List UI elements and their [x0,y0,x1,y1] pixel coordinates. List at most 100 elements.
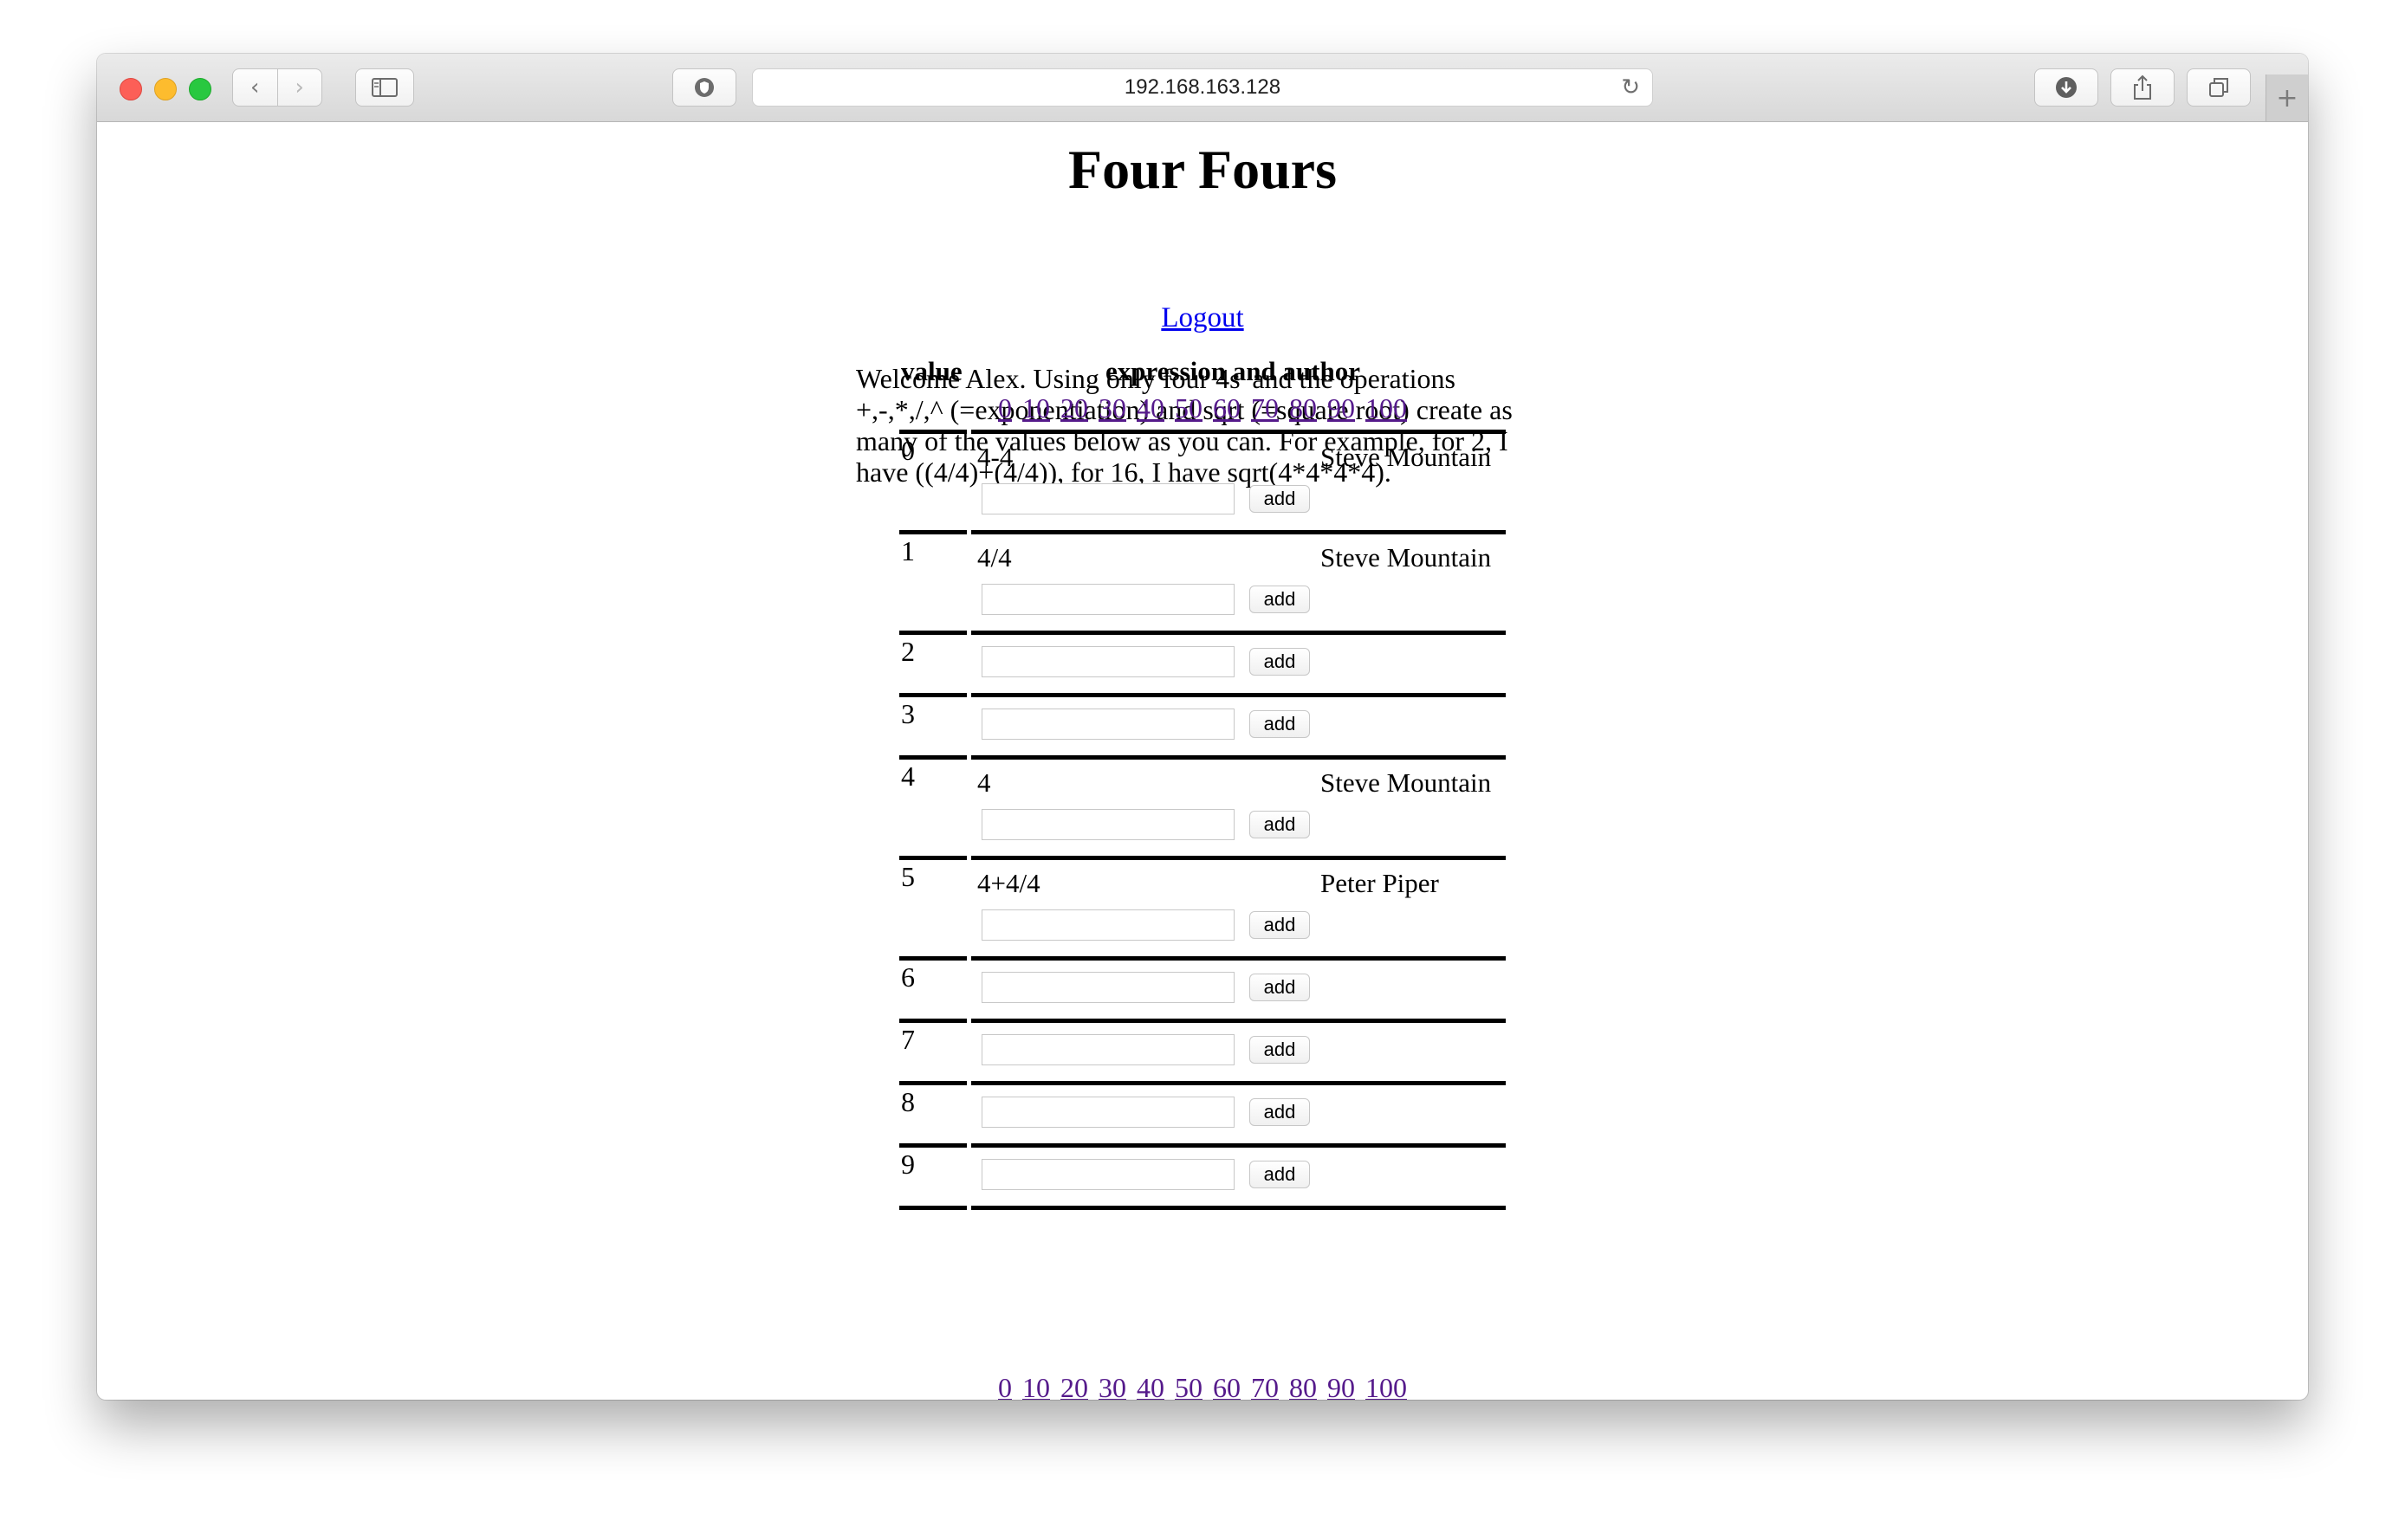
share-button[interactable] [2110,68,2175,107]
plus-icon[interactable]: + [2266,74,2308,121]
page-nav-bottom: 0 10 20 30 40 50 60 70 80 90 100 [899,1372,1506,1400]
row-value: 4 [901,760,915,792]
row-separator [971,530,1506,534]
expression-input[interactable] [982,1097,1235,1128]
page-link[interactable]: 50 [1175,1372,1202,1400]
web-page: Four Fours Logout Welcome Alex. Using on… [97,122,2308,1400]
add-button[interactable]: add [1249,911,1310,939]
row-separator [899,1206,967,1210]
download-icon [2056,77,2077,98]
expression-input[interactable] [982,972,1235,1003]
page-title: Four Fours [1068,139,1337,200]
page-link[interactable]: 100 [1365,392,1407,424]
url-text: 192.168.163.128 [1124,75,1281,99]
page-link[interactable]: 90 [1327,392,1355,424]
page-link[interactable]: 20 [1060,392,1088,424]
privacy-button[interactable] [672,68,736,107]
row-value: 2 [901,636,915,667]
row-expression: 4+4/4 [977,868,1040,898]
row-separator [899,1081,967,1085]
row-author: Peter Piper [1320,868,1439,898]
page-link[interactable]: 0 [998,392,1012,424]
add-button[interactable]: add [1249,1161,1310,1188]
expression-input[interactable] [982,709,1235,740]
row-separator [899,956,967,961]
expression-input[interactable] [982,584,1235,615]
row-value: 5 [901,861,915,892]
expression-input[interactable] [982,646,1235,677]
page-link[interactable]: 30 [1099,392,1126,424]
row-author: Steve Mountain [1320,767,1492,798]
row-expression: 4-4 [977,442,1014,472]
add-button[interactable]: add [1249,710,1310,738]
reload-icon[interactable]: ↻ [1621,74,1640,100]
row-separator [899,631,967,635]
add-button[interactable]: add [1249,648,1310,676]
page-link[interactable]: 60 [1213,392,1241,424]
row-separator [971,1206,1506,1210]
browser-window: ‹ › 192.168.163.128 ↻ + Four Fours Logou… [97,54,2308,1400]
page-link[interactable]: 40 [1137,1372,1164,1400]
row-value: 9 [901,1149,915,1180]
page-link[interactable]: 70 [1251,1372,1279,1400]
row-value: 1 [901,535,915,566]
chevron-left-icon[interactable]: ‹ [233,69,277,106]
shield-icon [695,78,714,97]
page-link[interactable]: 90 [1327,1372,1355,1400]
row-separator [971,693,1506,697]
page-link[interactable]: 10 [1022,392,1050,424]
show-tabs-button[interactable] [2187,68,2251,107]
expression-input[interactable] [982,1034,1235,1065]
add-button[interactable]: add [1249,1036,1310,1064]
logout-link[interactable]: Logout [1161,302,1243,333]
chevron-right-icon[interactable]: › [276,69,322,106]
page-link[interactable]: 10 [1022,1372,1050,1400]
page-link[interactable]: 100 [1365,1372,1407,1400]
zoom-window-button[interactable] [189,78,211,100]
add-button[interactable]: add [1249,811,1310,838]
row-expression: 4 [977,767,991,798]
page-link[interactable]: 80 [1289,1372,1317,1400]
row-value: 6 [901,961,915,993]
row-separator [971,755,1506,760]
add-button[interactable]: add [1249,485,1310,513]
expression-input[interactable] [982,1159,1235,1190]
share-icon [2134,74,2151,100]
row-separator [971,956,1506,961]
expression-input[interactable] [982,483,1235,514]
row-separator [899,856,967,860]
row-separator [971,631,1506,635]
row-value: 3 [901,698,915,729]
row-value: 7 [901,1024,915,1055]
expression-input[interactable] [982,809,1235,840]
row-separator [899,1019,967,1023]
page-link[interactable]: 70 [1251,392,1279,424]
page-link[interactable]: 80 [1289,392,1317,424]
row-separator [899,430,967,434]
page-link[interactable]: 0 [998,1372,1012,1400]
expression-input[interactable] [982,909,1235,941]
sidebar-icon [372,78,398,97]
close-window-button[interactable] [120,78,142,100]
add-button[interactable]: add [1249,586,1310,613]
sidebar-button[interactable] [355,68,414,107]
page-link[interactable]: 30 [1099,1372,1126,1400]
row-separator [971,1143,1506,1148]
page-nav-top: 0 10 20 30 40 50 60 70 80 90 100 [899,392,1506,424]
row-separator [899,1143,967,1148]
minimize-window-button[interactable] [154,78,177,100]
row-separator [899,693,967,697]
page-link[interactable]: 50 [1175,392,1202,424]
page-link[interactable]: 60 [1213,1372,1241,1400]
expression-column-header: expression and author [1105,356,1360,386]
downloads-button[interactable] [2034,68,2098,107]
address-bar[interactable]: 192.168.163.128 ↻ [752,68,1653,107]
add-button[interactable]: add [1249,1098,1310,1126]
tabs-icon [2209,78,2228,97]
add-button[interactable]: add [1249,974,1310,1001]
page-link[interactable]: 20 [1060,1372,1088,1400]
row-separator [971,1019,1506,1023]
row-separator [899,530,967,534]
row-separator [971,1081,1506,1085]
page-link[interactable]: 40 [1137,392,1164,424]
